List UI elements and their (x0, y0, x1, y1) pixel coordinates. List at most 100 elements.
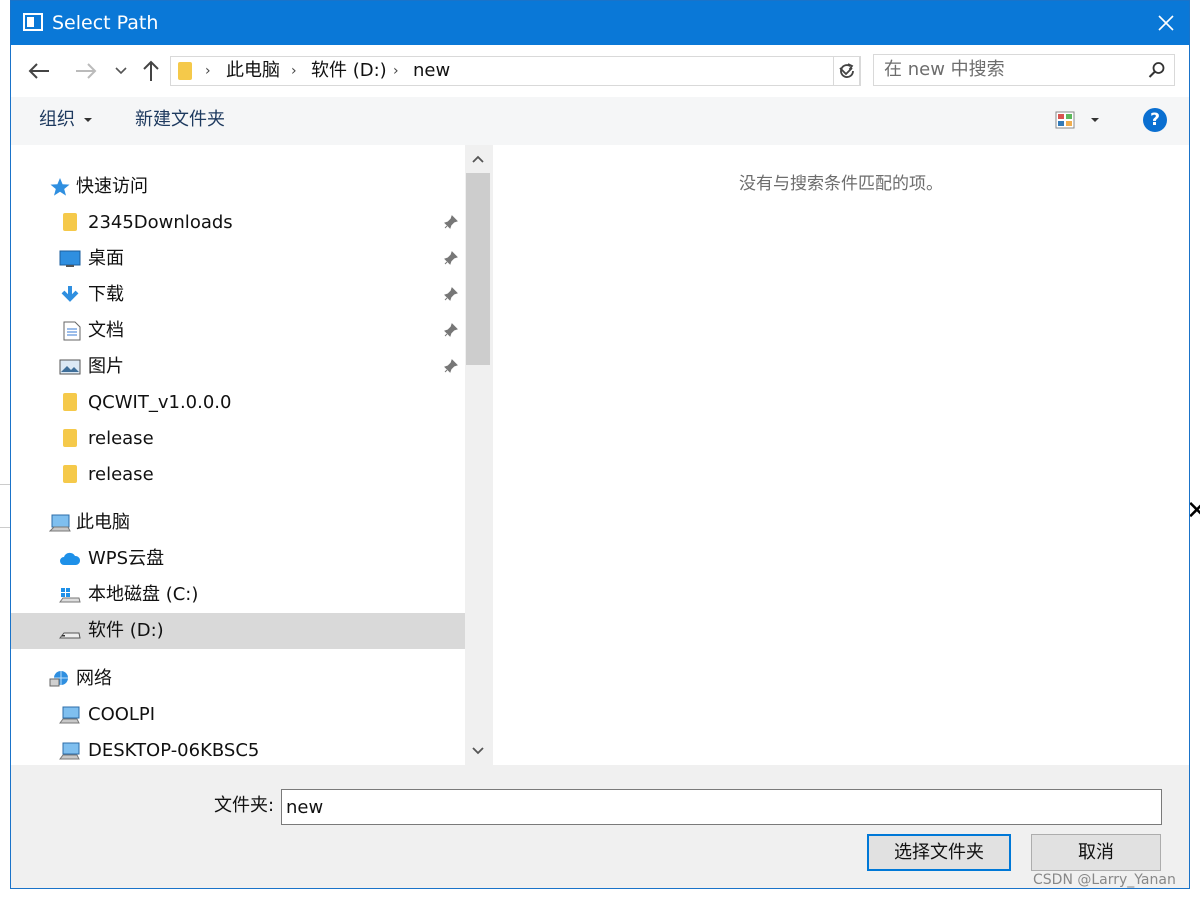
folder-icon (63, 393, 77, 411)
nav-item-drive-c[interactable]: 本地磁盘 (C:) (11, 577, 465, 613)
empty-results-message: 没有与搜索条件匹配的项。 (739, 174, 943, 194)
close-icon (1158, 15, 1174, 31)
nav-item-qcwit[interactable]: QCWIT_v1.0.0.0 (11, 385, 465, 421)
nav-label: 图片 (88, 356, 124, 377)
pin-icon[interactable] (444, 323, 458, 337)
scroll-down-button[interactable] (465, 737, 491, 765)
nav-label: QCWIT_v1.0.0.0 (88, 392, 232, 413)
nav-label: release (88, 428, 154, 449)
close-button[interactable] (1143, 1, 1189, 45)
select-path-dialog: Select Path › 此电脑 › 软件 (D:) › new 在 new … (10, 0, 1190, 889)
nav-item-downloads[interactable]: 下载 (11, 277, 465, 313)
nav-item-wps-cloud[interactable]: WPS云盘 (11, 541, 465, 577)
organize-button[interactable]: 组织 (39, 109, 75, 131)
folder-name-input[interactable] (281, 789, 1162, 825)
star-icon (50, 178, 70, 196)
nav-label: release (88, 464, 154, 485)
nav-item-drive-d[interactable]: 软件 (D:) (11, 613, 465, 649)
nav-label: 桌面 (88, 248, 124, 269)
folder-field-label: 文件夹: (214, 795, 275, 816)
nav-label: WPS云盘 (88, 548, 165, 569)
nav-label: 此电脑 (76, 512, 130, 533)
breadcrumb-separator-icon: › (291, 63, 297, 79)
nav-item-desktop-06kbsc5[interactable]: DESKTOP-06KBSC5 (11, 733, 465, 765)
nav-label: 下载 (88, 284, 124, 305)
back-arrow-icon (28, 63, 49, 79)
nav-item-2345downloads[interactable]: 2345Downloads (11, 205, 465, 241)
chevron-down-icon (115, 67, 127, 75)
new-folder-button[interactable]: 新建文件夹 (135, 109, 225, 131)
nav-pane-scrollbar[interactable] (465, 145, 491, 765)
nav-label: COOLPI (88, 704, 156, 725)
navigation-bar: › 此电脑 › 软件 (D:) › new 在 new 中搜索 (11, 45, 1189, 97)
nav-item-release[interactable]: release (11, 457, 465, 493)
folder-icon (63, 429, 77, 447)
pin-icon[interactable] (444, 359, 458, 373)
watermark-text: CSDN @Larry_Yanan (1033, 872, 1176, 888)
nav-label: 快速访问 (76, 176, 148, 197)
pin-icon[interactable] (444, 251, 458, 265)
nav-this-pc[interactable]: 此电脑 (11, 505, 465, 541)
navigation-pane: 快速访问 2345Downloads 桌面 下载 文档 图片 QCWIT_v1.… (11, 145, 465, 765)
cancel-button[interactable]: 取消 (1031, 834, 1161, 871)
up-button[interactable] (139, 59, 163, 83)
computer-icon (59, 706, 80, 724)
pin-icon[interactable] (444, 215, 458, 229)
address-bar[interactable]: › 此电脑 › 软件 (D:) › new (170, 56, 860, 86)
forward-arrow-icon (76, 63, 97, 79)
view-options-icon[interactable] (1055, 111, 1075, 129)
nav-label: DESKTOP-06KBSC5 (88, 740, 260, 761)
command-toolbar: 组织 新建文件夹 ? (11, 97, 1189, 145)
drive-icon (59, 632, 81, 639)
nav-item-pictures[interactable]: 图片 (11, 349, 465, 385)
breadcrumb-drive-d[interactable]: 软件 (D:) (311, 61, 387, 81)
recent-locations-button[interactable] (109, 59, 133, 83)
download-icon (61, 286, 79, 302)
network-icon (49, 671, 68, 687)
nav-quick-access[interactable]: 快速访问 (11, 169, 465, 205)
computer-icon (59, 742, 80, 760)
breadcrumb-separator-icon: › (393, 63, 399, 79)
nav-label: 文档 (88, 320, 124, 341)
chevron-up-icon (472, 155, 484, 163)
window-title: Select Path (52, 12, 159, 34)
breadcrumb-this-pc[interactable]: 此电脑 (226, 61, 280, 81)
folder-icon (178, 62, 192, 80)
pictures-icon (59, 359, 81, 375)
nav-label: 软件 (D:) (88, 620, 164, 641)
nav-label: 网络 (76, 668, 112, 689)
background-divider (0, 484, 10, 485)
nav-network[interactable]: 网络 (11, 661, 465, 697)
system-drive-icon (59, 588, 81, 603)
breadcrumb-new[interactable]: new (413, 61, 450, 81)
search-input[interactable]: 在 new 中搜索 (884, 60, 1005, 80)
folder-icon (63, 213, 77, 231)
file-list-area[interactable]: 没有与搜索条件匹配的项。 (493, 145, 1189, 765)
scroll-up-button[interactable] (465, 145, 491, 173)
search-icon[interactable] (1148, 61, 1166, 79)
title-bar[interactable]: Select Path (11, 1, 1189, 45)
refresh-icon (840, 63, 854, 78)
nav-label: 2345Downloads (88, 212, 233, 233)
up-arrow-icon (143, 60, 159, 81)
help-button[interactable]: ? (1143, 108, 1167, 132)
pin-icon[interactable] (444, 287, 458, 301)
scroll-thumb[interactable] (466, 173, 490, 365)
select-folder-button[interactable]: 选择文件夹 (867, 834, 1011, 871)
desktop-icon (59, 250, 81, 267)
window-app-icon (23, 13, 43, 31)
nav-item-desktop[interactable]: 桌面 (11, 241, 465, 277)
breadcrumb-separator-icon: › (205, 63, 211, 79)
refresh-button[interactable] (833, 56, 861, 86)
cloud-icon (60, 552, 81, 565)
forward-button[interactable] (74, 59, 98, 83)
nav-item-release[interactable]: release (11, 421, 465, 457)
chevron-down-icon (472, 747, 484, 755)
nav-item-coolpi[interactable]: COOLPI (11, 697, 465, 733)
organize-dropdown-icon (84, 118, 92, 122)
back-button[interactable] (27, 59, 51, 83)
search-box[interactable]: 在 new 中搜索 (873, 54, 1175, 86)
nav-item-documents[interactable]: 文档 (11, 313, 465, 349)
nav-label: 本地磁盘 (C:) (88, 584, 199, 605)
view-dropdown-icon[interactable] (1091, 118, 1099, 122)
